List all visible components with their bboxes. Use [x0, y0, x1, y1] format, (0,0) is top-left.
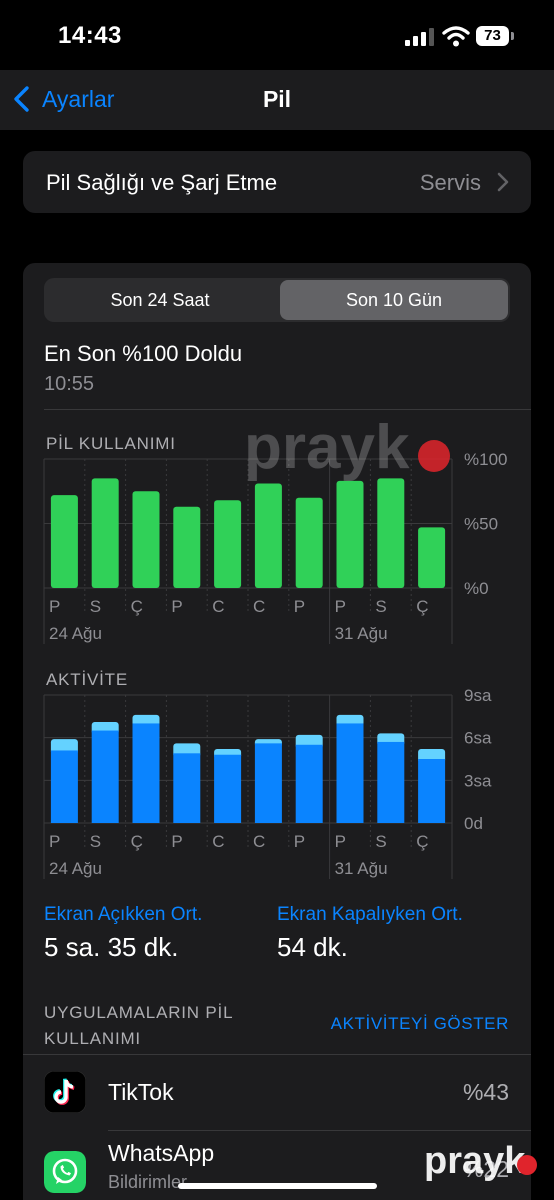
- bar-segment-dark: [132, 723, 160, 823]
- time-range-segmented-control: Son 24 Saat Son 10 Gün: [44, 278, 510, 322]
- bar-segment-dark: [377, 741, 405, 823]
- page-title: Pil: [262, 86, 292, 112]
- battery-icon: 73: [476, 26, 516, 46]
- status-bar: 14:43 73: [0, 0, 554, 70]
- battery-health-row[interactable]: Pil Sağlığı ve Şarj Etme Servis: [23, 151, 531, 213]
- bar-segment-dark: [91, 730, 119, 823]
- screen-off-average: Ekran Kapalıyken Ort. 54 dk.: [277, 904, 463, 963]
- watermark-logo: prayk: [424, 1140, 526, 1182]
- y-tick-label: %50: [464, 515, 498, 534]
- screen-on-value: 5 sa. 35 dk.: [44, 932, 179, 962]
- battery-usage-chart: %100 %50 %0 P S Ç P C C P P S Ç 24 Ağu 31 Ağu: [43, 450, 524, 648]
- cellular-signal-icon: [405, 28, 434, 46]
- tab-last-10-days[interactable]: Son 10 Gün: [280, 280, 508, 320]
- x-tick-label: C: [212, 832, 224, 851]
- bar: [295, 497, 323, 588]
- y-tick-label: 6sa: [464, 729, 492, 748]
- watermark-logo: prayk: [244, 413, 410, 482]
- battery-health-value: Servis: [419, 170, 481, 195]
- bar: [336, 480, 364, 588]
- last-charged-time: 10:55: [44, 373, 95, 395]
- date-label: 31 Ağu: [335, 624, 388, 643]
- x-tick-label: S: [90, 597, 101, 616]
- home-indicator: [178, 1183, 377, 1189]
- chart-svg: 9sa 6sa 3sa 0d P S Ç P C C P P S Ç 24 Ağu 31 Ağu: [43, 686, 492, 879]
- show-activity-button[interactable]: AKTİVİTEYİ GÖSTER: [331, 1014, 509, 1034]
- status-time: 14:43: [58, 22, 122, 49]
- app-name: TikTok: [108, 1079, 174, 1105]
- bar: [132, 491, 160, 588]
- x-tick-label: S: [375, 832, 386, 851]
- bar-segment-dark: [214, 754, 242, 823]
- app-percent: %43: [462, 1079, 509, 1105]
- app-name: WhatsApp: [108, 1140, 215, 1166]
- app-row-tiktok[interactable]: TikTok %43: [23, 1054, 531, 1130]
- screen-off-value: 54 dk.: [277, 932, 348, 962]
- y-tick-label: %100: [464, 450, 507, 469]
- date-label: 31 Ağu: [335, 859, 388, 878]
- navigation-bar: Ayarlar Pil: [0, 70, 554, 130]
- y-tick-label: %0: [464, 579, 489, 598]
- x-tick-label: P: [49, 597, 60, 616]
- apps-usage-label: UYGULAMALARIN PİL KULLANIMI: [44, 1003, 233, 1048]
- bar: [214, 500, 242, 588]
- date-label: 24 Ağu: [49, 624, 102, 643]
- battery-health-label: Pil Sağlığı ve Şarj Etme: [46, 170, 278, 195]
- activity-label: AKTİVİTE: [46, 670, 128, 689]
- bar-segment-dark: [418, 759, 446, 823]
- bar: [418, 527, 446, 588]
- y-tick-label: 3sa: [464, 771, 492, 790]
- x-tick-label: S: [375, 597, 386, 616]
- bar-segment-dark: [254, 743, 282, 823]
- activity-chart: 9sa 6sa 3sa 0d P S Ç P C C P P S Ç 24 Ağu 31 Ağu: [43, 686, 524, 883]
- usage-card: Son 24 Saat Son 10 Gün En Son %100 Doldu…: [23, 263, 531, 1200]
- tiktok-icon: [44, 1071, 86, 1113]
- bar: [254, 483, 282, 588]
- bar: [377, 478, 405, 588]
- x-tick-label: Ç: [131, 832, 143, 851]
- bar: [173, 506, 201, 588]
- chart-svg: %100 %50 %0 P S Ç P C C P P S Ç 24 Ağu 31 Ağu: [43, 450, 507, 644]
- last-charged-title: En Son %100 Doldu: [44, 341, 243, 366]
- x-tick-label: Ç: [416, 597, 428, 616]
- x-tick-label: C: [253, 597, 265, 616]
- x-tick-label: S: [90, 832, 101, 851]
- date-label: 24 Ağu: [49, 859, 102, 878]
- battery-level: 73: [476, 26, 509, 46]
- y-tick-label: 0d: [464, 814, 483, 833]
- wifi-icon: [442, 26, 470, 47]
- watermark-dot: [517, 1155, 537, 1175]
- screen-on-average: Ekran Açıkken Ort. 5 sa. 35 dk.: [44, 904, 202, 963]
- bar: [50, 495, 78, 588]
- x-tick-label: P: [49, 832, 60, 851]
- watermark-dot: [418, 440, 450, 472]
- bar: [91, 478, 119, 588]
- x-tick-label: Ç: [131, 597, 143, 616]
- bar-segment-dark: [173, 753, 201, 823]
- divider: [44, 409, 531, 410]
- bar-segment-dark: [50, 750, 78, 823]
- bar-segment-dark: [336, 723, 364, 823]
- x-tick-label: P: [294, 832, 305, 851]
- x-tick-label: C: [212, 597, 224, 616]
- bar-segment-dark: [295, 744, 323, 823]
- x-tick-label: P: [294, 597, 305, 616]
- tab-last-24-hours[interactable]: Son 24 Saat: [46, 280, 274, 320]
- y-tick-label: 9sa: [464, 686, 492, 705]
- x-tick-label: P: [335, 597, 346, 616]
- chevron-right-icon: [497, 172, 509, 192]
- app-subtitle: Bildirimler: [108, 1172, 188, 1192]
- whatsapp-icon: [44, 1151, 86, 1193]
- x-tick-label: C: [253, 832, 265, 851]
- x-tick-label: P: [171, 832, 182, 851]
- x-tick-label: Ç: [416, 832, 428, 851]
- battery-usage-label: PİL KULLANIMI: [46, 434, 176, 453]
- screen-on-label: Ekran Açıkken Ort.: [44, 904, 203, 925]
- screen-off-label: Ekran Kapalıyken Ort.: [277, 904, 463, 925]
- x-tick-label: P: [171, 597, 182, 616]
- x-tick-label: P: [335, 832, 346, 851]
